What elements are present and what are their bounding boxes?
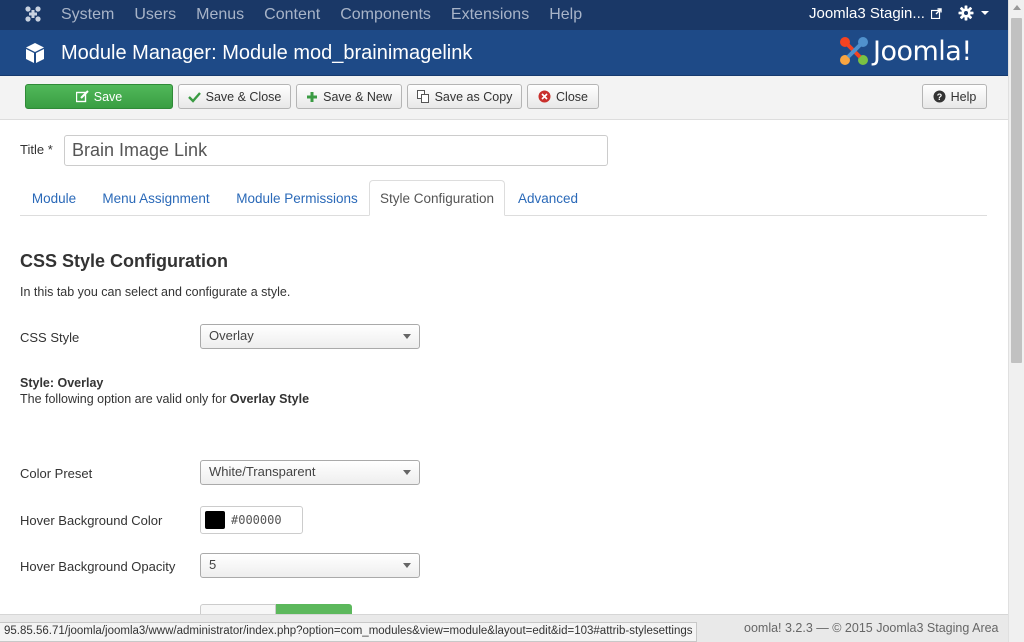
color-preset-label: Color Preset [20,466,93,481]
scroll-up-arrow-icon[interactable] [1013,5,1021,10]
site-link[interactable]: Joomla3 Stagin... [809,5,942,22]
svg-text:?: ? [936,92,942,102]
color-swatch[interactable] [205,511,225,529]
style-note-text: The following option are valid only for [20,392,230,406]
menu-menus[interactable]: Menus [196,6,244,24]
caret-down-icon [403,334,411,339]
title-label: Title * [20,142,53,157]
joomla-brand-icon [840,37,868,65]
copy-icon [416,90,430,103]
plus-icon [306,91,318,103]
tab-module[interactable]: Module [20,180,88,216]
menu-extensions[interactable]: Extensions [451,6,529,24]
close-button[interactable]: Close [527,84,599,109]
save-button-label: Save [93,89,123,104]
joomla-brand-text: Joomla! [873,35,972,67]
caret-down-icon [403,563,411,568]
style-note-bold: Overlay Style [229,392,310,406]
tab-style-configuration[interactable]: Style Configuration [369,180,505,216]
hover-bg-color-value: #000000 [231,513,282,527]
footer-text: oomla! 3.2.3 — © 2015 Joomla3 Staging Ar… [744,621,999,635]
hover-bg-opacity-select[interactable]: 5 [200,553,420,578]
joomla-brand: Joomla! [838,35,972,67]
browser-status-url: 95.85.56.71/joomla/joomla3/www/administr… [0,622,698,642]
tab-bar: Module Menu Assignment Module Permission… [20,180,987,216]
site-name: Joomla3 Stagin... [809,5,925,22]
close-icon [538,90,551,103]
color-preset-value: White/Transparent [209,464,316,479]
close-label: Close [556,89,588,104]
tab-advanced[interactable]: Advanced [511,180,585,216]
css-style-value: Overlay [209,328,254,343]
chevron-down-icon [981,11,989,15]
help-button[interactable]: ? Help [922,84,987,109]
title-input[interactable]: Brain Image Link [64,135,608,166]
gear-icon [958,5,974,21]
question-icon: ? [933,90,946,103]
save-close-label: Save & Close [205,89,282,104]
tab-menu-assignment[interactable]: Menu Assignment [94,180,218,216]
section-description: In this tab you can select and configura… [20,285,291,299]
page-header: Module Manager: Module mod_brainimagelin… [0,30,1008,76]
hover-bg-opacity-label: Hover Background Opacity [20,559,176,574]
hover-bg-opacity-value: 5 [209,557,217,572]
caret-down-icon [403,470,411,475]
menu-help[interactable]: Help [549,6,582,24]
css-style-select[interactable]: Overlay [200,324,420,349]
help-label: Help [950,89,977,104]
tab-module-permissions[interactable]: Module Permissions [227,180,367,216]
top-navbar: System Users Menus Content Components Ex… [0,0,1008,30]
joomla-logo-icon[interactable] [24,5,42,23]
css-style-label: CSS Style [20,330,80,345]
save-button[interactable]: Save [25,84,173,109]
save-close-button[interactable]: Save & Close [178,84,291,109]
style-heading: Style: Overlay [20,376,104,390]
hover-bg-color-label: Hover Background Color [20,513,163,528]
menu-users[interactable]: Users [134,6,176,24]
menu-components[interactable]: Components [340,6,431,24]
save-new-label: Save & New [323,89,392,104]
save-as-copy-button[interactable]: Save as Copy [407,84,522,109]
top-menu: System Users Menus Content Components Ex… [61,0,602,30]
check-icon [187,91,201,103]
save-new-button[interactable]: Save & New [296,84,402,109]
vertical-scrollbar[interactable] [1008,0,1024,642]
toolbar: Save Save & Close Save & New Save as Cop… [0,76,1008,120]
menu-system[interactable]: System [61,6,114,24]
save-as-copy-label: Save as Copy [434,89,513,104]
hover-bg-color-picker[interactable]: #000000 [200,506,303,534]
page-title: Module Manager: Module mod_brainimagelin… [61,42,473,64]
menu-content[interactable]: Content [264,6,320,24]
external-link-icon [930,8,942,19]
style-note: The following option are valid only for … [20,392,309,406]
section-title: CSS Style Configuration [20,251,229,271]
scrollbar-thumb[interactable] [1011,18,1022,363]
cube-icon [26,43,44,63]
edit-icon [75,90,89,103]
color-preset-select[interactable]: White/Transparent [200,460,420,485]
settings-menu[interactable] [958,5,990,21]
